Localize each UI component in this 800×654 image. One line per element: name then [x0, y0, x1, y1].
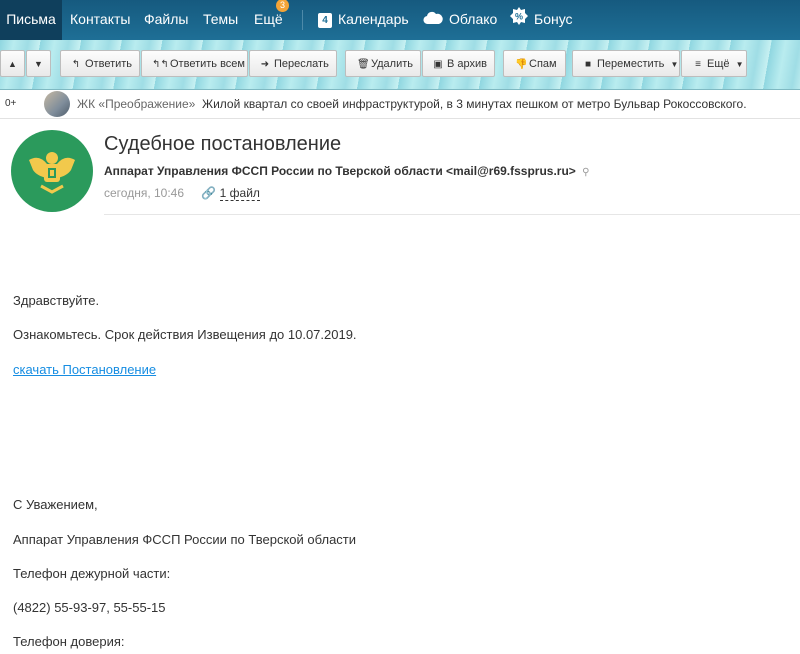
- advertiser-name: ЖК «Преображение»: [77, 97, 196, 111]
- duty-phone: (4822) 55-93-97, 55-55-15: [13, 600, 166, 615]
- app-cloud[interactable]: Облако: [423, 0, 497, 40]
- chevron-down-icon: ▼: [670, 60, 679, 69]
- chevron-down-icon: ▼: [735, 60, 744, 69]
- reply-icon: ↰: [71, 59, 81, 70]
- menu-icon: ≡: [695, 59, 701, 70]
- header-divider: [104, 214, 800, 215]
- sender-avatar: [11, 130, 93, 212]
- archive-label: В архив: [447, 58, 487, 70]
- next-message-button[interactable]: ▼: [26, 50, 51, 77]
- age-rating: 0+: [5, 98, 17, 109]
- forward-arrow-icon: ➜: [260, 59, 270, 70]
- more-dropdown[interactable]: ≡ Ещё ▼: [681, 50, 747, 77]
- message-toolbar: ▲ ▼ ↰ Ответить ↰↰Ответить всем ➜ Переслать…: [0, 40, 800, 90]
- forward-button[interactable]: ➜ Переслать: [249, 50, 337, 77]
- cloud-icon: [423, 1, 443, 39]
- calendar-icon-day: 4: [322, 14, 328, 26]
- prev-message-button[interactable]: ▲: [0, 50, 25, 77]
- nav-files[interactable]: Файлы: [144, 0, 188, 40]
- letter-sender[interactable]: Аппарат Управления ФССП России по Тверск…: [104, 164, 589, 178]
- nav-contacts-label: Контакты: [70, 11, 131, 27]
- top-navigation: Письма Контакты Файлы Темы Ещё 3 4 Кален…: [0, 0, 800, 40]
- download-link[interactable]: скачать Постановление: [13, 362, 156, 377]
- reply-button[interactable]: ↰ Ответить: [60, 50, 140, 77]
- app-cloud-label: Облако: [449, 11, 498, 27]
- advertiser-avatar: [44, 91, 70, 117]
- nav-more[interactable]: Ещё 3: [254, 0, 289, 40]
- trash-icon: 🗑: [357, 59, 370, 70]
- folder-icon: ■: [584, 59, 592, 70]
- reply-label: Ответить: [85, 58, 133, 70]
- notification-badge: 3: [276, 0, 289, 12]
- letter-greeting: Здравствуйте.: [13, 293, 100, 308]
- attachments-label: 1 файл: [219, 186, 260, 201]
- reply-all-button[interactable]: ↰↰Ответить всем: [141, 50, 248, 77]
- archive-button[interactable]: ▣ В архив: [422, 50, 495, 77]
- sender-address: Аппарат Управления ФССП России по Тверск…: [104, 164, 576, 178]
- app-calendar[interactable]: 4 Календарь: [318, 0, 409, 40]
- move-dropdown[interactable]: ■ Переместить ▼: [572, 50, 680, 77]
- bonus-icon: %: [510, 1, 528, 39]
- search-icon[interactable]: ⚲: [582, 167, 589, 178]
- chevron-up-icon: ▲: [8, 59, 17, 69]
- duty-phone-label: Телефон дежурной части:: [13, 566, 171, 581]
- attachments-link[interactable]: 🔗 1 файл: [201, 186, 260, 201]
- spam-button[interactable]: 👎 Спам: [503, 50, 566, 77]
- archive-icon: ▣: [433, 59, 443, 70]
- nav-separator: [302, 10, 303, 30]
- ad-banner[interactable]: 0+ ЖК «Преображение» Жилой квартал со св…: [0, 90, 800, 119]
- nav-themes-label: Темы: [203, 11, 239, 27]
- letter-date: сегодня, 10:46: [104, 186, 185, 200]
- letter-meta: сегодня, 10:46 🔗 1 файл: [104, 186, 260, 201]
- letter-line1: Ознакомьтесь. Срок действия Извещения до…: [13, 327, 357, 342]
- nav-letters[interactable]: Письма: [0, 0, 62, 40]
- app-bonus-label: Бонус: [534, 11, 573, 27]
- paperclip-icon: 🔗: [201, 186, 217, 200]
- chevron-down-icon: ▼: [34, 59, 43, 69]
- reply-all-label: Ответить всем: [170, 58, 245, 70]
- delete-label: Удалить: [371, 58, 413, 70]
- move-label: Переместить: [597, 58, 665, 70]
- nav-themes[interactable]: Темы: [203, 0, 238, 40]
- nav-contacts[interactable]: Контакты: [70, 0, 130, 40]
- more-label: Ещё: [707, 58, 730, 70]
- letter-subject: Судебное постановление: [104, 133, 342, 155]
- signature-org: Аппарат Управления ФССП России по Тверск…: [13, 532, 357, 547]
- thumbs-down-icon: 👎: [515, 59, 528, 70]
- eagle-emblem-icon: [29, 152, 75, 194]
- trust-phone-label: Телефон доверия:: [13, 634, 125, 649]
- svg-text:%: %: [515, 12, 523, 22]
- reply-all-icon: ↰↰: [152, 59, 169, 70]
- app-calendar-label: Календарь: [338, 11, 409, 27]
- app-bonus[interactable]: % Бонус: [510, 0, 573, 40]
- forward-label: Переслать: [274, 58, 329, 70]
- calendar-icon: 4: [318, 12, 332, 28]
- nav-more-label: Ещё: [254, 11, 283, 27]
- spam-label: Спам: [529, 58, 557, 70]
- nav-files-label: Файлы: [144, 11, 189, 27]
- delete-button[interactable]: 🗑Удалить: [345, 50, 421, 77]
- letter-regards: С Уважением,: [13, 497, 98, 512]
- nav-letters-label: Письма: [6, 11, 56, 27]
- ad-text: Жилой квартал со своей инфраструктурой, …: [202, 97, 747, 111]
